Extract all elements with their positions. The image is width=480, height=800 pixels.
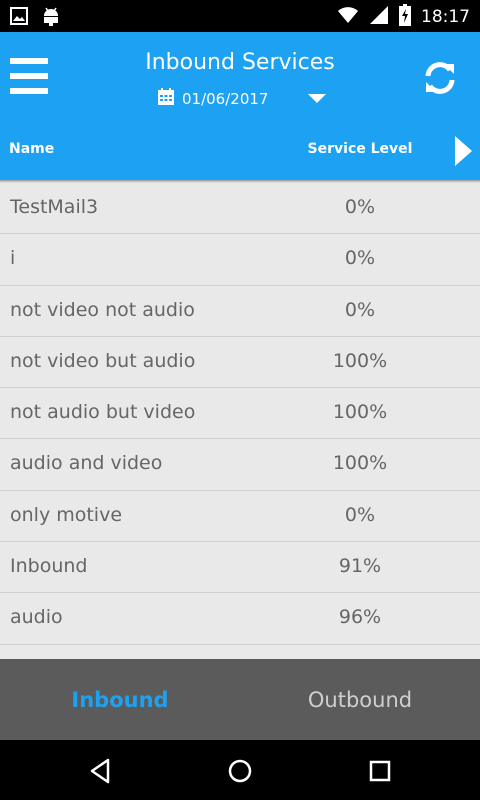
service-level-value: 100%: [332, 349, 388, 372]
service-level-value: 100%: [332, 401, 388, 424]
back-icon[interactable]: [86, 756, 116, 786]
battery-charging-icon: [399, 4, 411, 30]
next-column-arrow-icon[interactable]: [452, 136, 474, 166]
table-row[interactable]: not audio but video 100%: [0, 388, 480, 440]
table-header: Name Service Level: [0, 122, 480, 180]
table-row[interactable]: not video but audio 100%: [0, 336, 480, 389]
bottom-tab-bar: Inbound Outbound: [0, 659, 480, 740]
image-icon: [10, 7, 28, 29]
chevron-down-icon[interactable]: [308, 94, 327, 103]
service-level-value: 0%: [344, 503, 376, 526]
table-row[interactable]: audio and video 100%: [0, 439, 480, 491]
table-row[interactable]: TestMail3 0%: [0, 183, 480, 235]
home-icon[interactable]: [225, 756, 255, 786]
service-name: not video not audio: [10, 298, 195, 321]
service-level-value: 100%: [332, 452, 388, 475]
page-title: Inbound Services: [145, 50, 335, 75]
signal-icon: [369, 5, 389, 29]
recents-icon[interactable]: [365, 756, 395, 786]
service-level-value: 0%: [344, 298, 376, 321]
date-picker[interactable]: 01/06/2017: [158, 88, 327, 109]
table-row[interactable]: only motive 0%: [0, 490, 480, 543]
service-name: Inbound: [10, 555, 88, 578]
android-icon: [42, 6, 60, 30]
system-nav-bar: [0, 740, 480, 800]
tab-inbound[interactable]: Inbound: [0, 659, 240, 740]
date-value: 01/06/2017: [182, 89, 269, 108]
table-row[interactable]: audio 96%: [0, 593, 480, 645]
service-name: audio and video: [10, 452, 163, 475]
service-name: TestMail3: [10, 196, 99, 218]
service-list: TestMail3 0% i 0% not video not audio 0% no…: [0, 183, 480, 645]
app-bar: Inbound Services 01/06/2017: [0, 32, 480, 122]
clock: 18:17: [421, 7, 470, 27]
table-row[interactable]: not video not audio 0%: [0, 285, 480, 337]
table-row[interactable]: i 0%: [0, 234, 480, 286]
refresh-icon[interactable]: [420, 58, 460, 98]
service-name: audio: [10, 606, 63, 629]
table-row[interactable]: Inbound 91%: [0, 542, 480, 594]
column-header-service-level[interactable]: Service Level: [300, 141, 420, 157]
tab-outbound[interactable]: Outbound: [240, 659, 480, 740]
service-level-value: 96%: [338, 606, 382, 629]
service-name: only motive: [10, 503, 123, 526]
wifi-icon: [337, 6, 359, 28]
service-level-value: 0%: [344, 196, 376, 218]
status-bar: 18:17: [0, 0, 480, 32]
column-header-name[interactable]: Name: [9, 141, 54, 157]
service-level-value: 0%: [344, 247, 376, 270]
service-name: i: [10, 247, 16, 270]
calendar-icon: [158, 88, 174, 109]
service-name: not video but audio: [10, 349, 196, 372]
service-level-value: 91%: [338, 555, 382, 578]
service-name: not audio but video: [10, 401, 196, 424]
